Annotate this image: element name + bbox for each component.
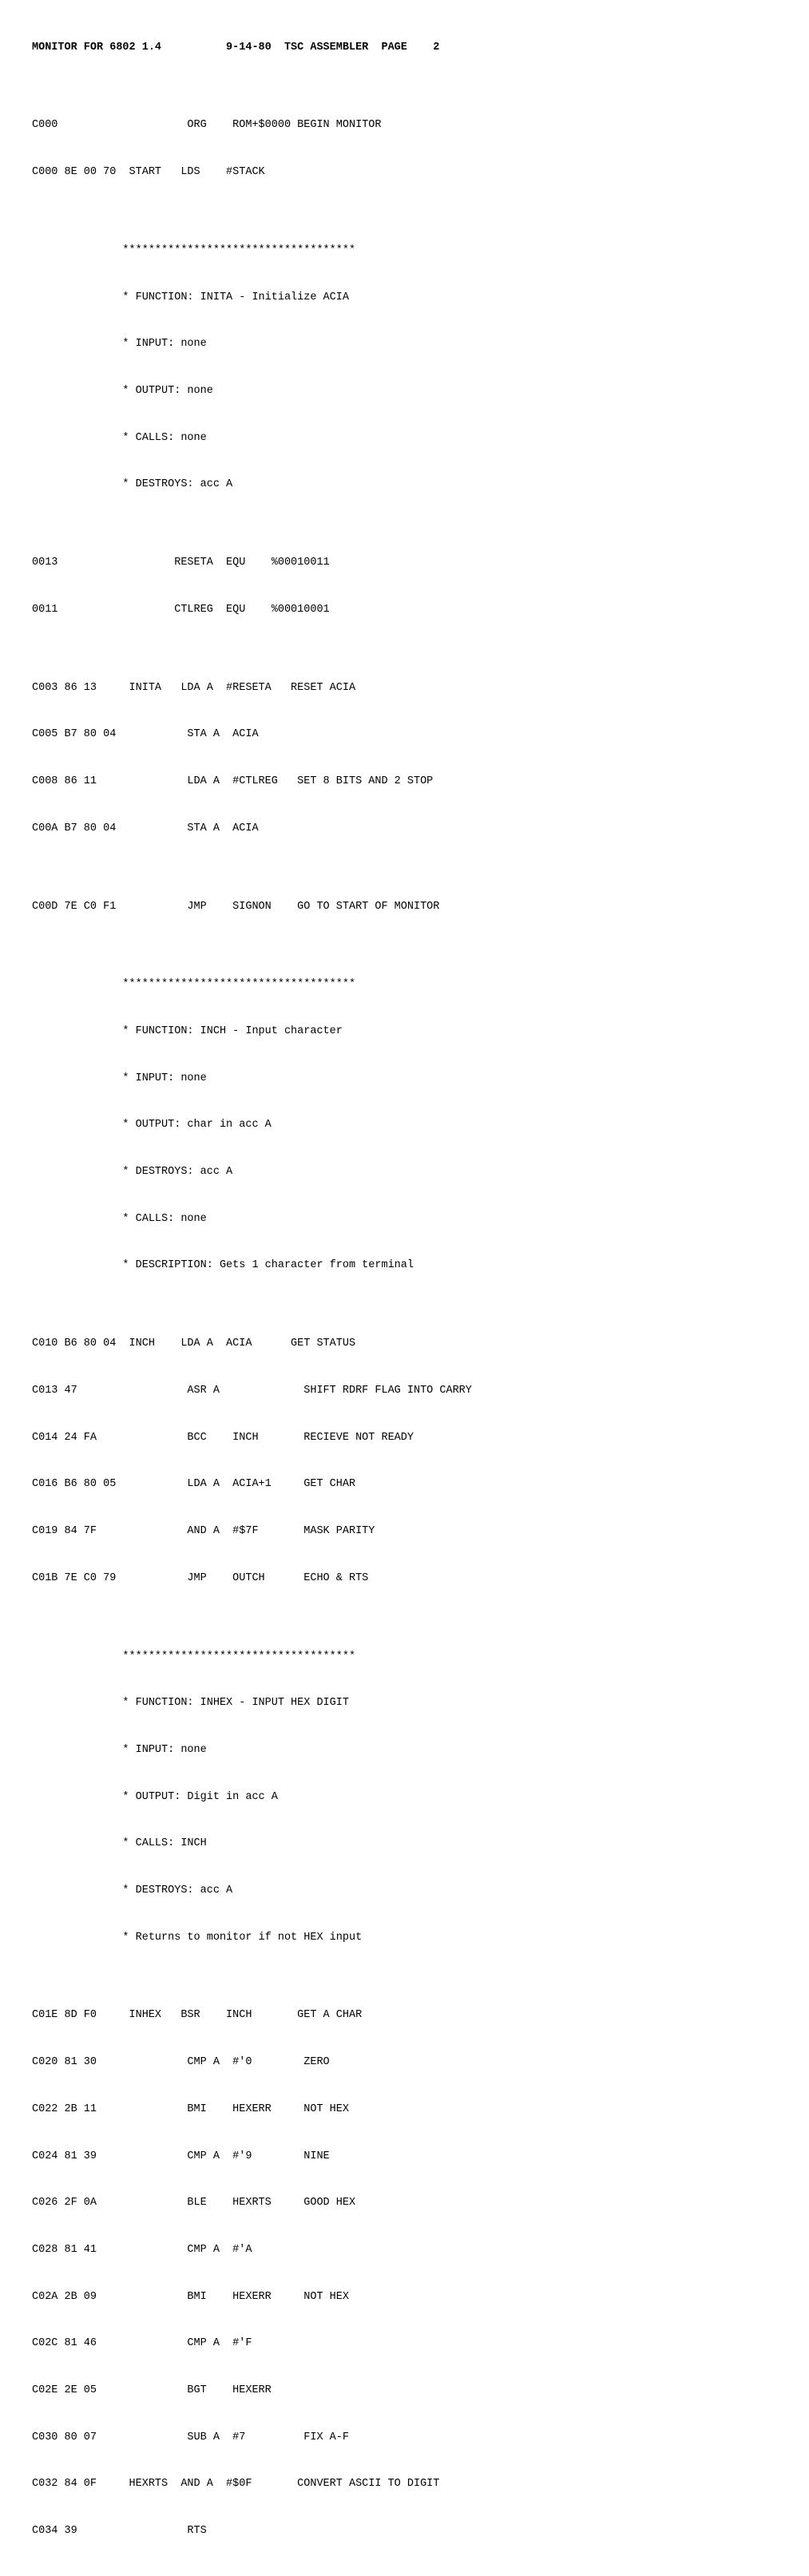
line-c024-cmp: C024 81 39 CMP A #'9 NINE — [32, 2150, 330, 2162]
comment-destroys-2: * DESTROYS: acc A — [32, 1166, 232, 1178]
comment-function-inhex: * FUNCTION: INHEX - INPUT HEX DIGIT — [32, 1697, 349, 1709]
line-ctlreg: 0011 CTLREG EQU %00010001 — [32, 604, 330, 616]
comment-function-inita: * FUNCTION: INITA - Initialize ACIA — [32, 291, 349, 303]
line-c030-sub: C030 80 07 SUB A #7 FIX A-F — [32, 2431, 349, 2443]
comment-output-3: * OUTPUT: Digit in acc A — [32, 1791, 278, 1803]
page-header: MONITOR FOR 6802 1.4 9-14-80 TSC ASSEMBL… — [32, 42, 439, 54]
line-c02a-bmi: C02A 2B 09 BMI HEXERR NOT HEX — [32, 2291, 349, 2303]
comment-input-2: * INPUT: none — [32, 1072, 207, 1084]
comment-returns: * Returns to monitor if not HEX input — [32, 1932, 362, 1944]
comment-calls-2: * CALLS: none — [32, 1213, 207, 1225]
page-content: MONITOR FOR 6802 1.4 9-14-80 TSC ASSEMBL… — [32, 24, 777, 2576]
comment-output-2: * OUTPUT: char in acc A — [32, 1119, 272, 1131]
line-c028-cmp: C028 81 41 CMP A #'A — [32, 2244, 252, 2256]
line-c008-lda: C008 86 11 LDA A #CTLREG SET 8 BITS AND … — [32, 775, 433, 787]
comment-output-1: * OUTPUT: none — [32, 385, 213, 397]
line-c016-lda: C016 B6 80 05 LDA A ACIA+1 GET CHAR — [32, 1478, 355, 1490]
comment-stars-3: ************************************ — [32, 1651, 355, 1663]
line-c010-lda: C010 B6 80 04 INCH LDA A ACIA GET STATUS — [32, 1338, 355, 1349]
line-c000-org: C000 ORG ROM+$0000 BEGIN MONITOR — [32, 119, 381, 131]
comment-destroys-1: * DESTROYS: acc A — [32, 478, 232, 490]
line-reseta: 0013 RESETA EQU %00010011 — [32, 557, 330, 569]
comment-input-3: * INPUT: none — [32, 1744, 207, 1756]
comment-destroys-3: * DESTROYS: acc A — [32, 1884, 232, 1896]
line-c032-and: C032 84 0F HEXRTS AND A #$0F CONVERT ASC… — [32, 2478, 439, 2490]
line-c01e-bsr: C01E 8D F0 INHEX BSR INCH GET A CHAR — [32, 2009, 362, 2021]
line-c019-and: C019 84 7F AND A #$7F MASK PARITY — [32, 1525, 375, 1537]
line-c000-lds: C000 8E 00 70 START LDS #STACK — [32, 166, 265, 178]
line-c00d-jmp: C00D 7E C0 F1 JMP SIGNON GO TO START OF … — [32, 901, 439, 913]
line-c005-sta: C005 B7 80 04 STA A ACIA — [32, 728, 259, 740]
comment-calls-3: * CALLS: INCH — [32, 1837, 207, 1849]
line-c022-bmi: C022 2B 11 BMI HEXERR NOT HEX — [32, 2103, 349, 2115]
comment-description: * DESCRIPTION: Gets 1 character from ter… — [32, 1259, 414, 1271]
line-c026-ble: C026 2F 0A BLE HEXRTS GOOD HEX — [32, 2197, 355, 2209]
line-c020-cmp: C020 81 30 CMP A #'0 ZERO — [32, 2056, 330, 2068]
line-c02c-cmp: C02C 81 46 CMP A #'F — [32, 2337, 252, 2349]
line-c003-lda: C003 86 13 INITA LDA A #RESETA RESET ACI… — [32, 682, 355, 694]
line-c01b-jmp: C01B 7E C0 79 JMP OUTCH ECHO & RTS — [32, 1572, 368, 1584]
line-c013-asr: C013 47 ASR A SHIFT RDRF FLAG INTO CARRY — [32, 1385, 472, 1397]
line-c014-bcc: C014 24 FA BCC INCH RECIEVE NOT READY — [32, 1432, 414, 1444]
line-c00a-sta: C00A B7 80 04 STA A ACIA — [32, 822, 259, 834]
comment-input-1: * INPUT: none — [32, 338, 207, 350]
comment-stars-2: ************************************ — [32, 978, 355, 990]
line-c034-rts: C034 39 RTS — [32, 2525, 207, 2537]
line-c02e-bgt: C02E 2E 05 BGT HEXERR — [32, 2384, 272, 2396]
comment-calls-1: * CALLS: none — [32, 432, 207, 444]
comment-function-inch: * FUNCTION: INCH - Input character — [32, 1025, 343, 1037]
comment-stars-1: ************************************ — [32, 244, 355, 256]
